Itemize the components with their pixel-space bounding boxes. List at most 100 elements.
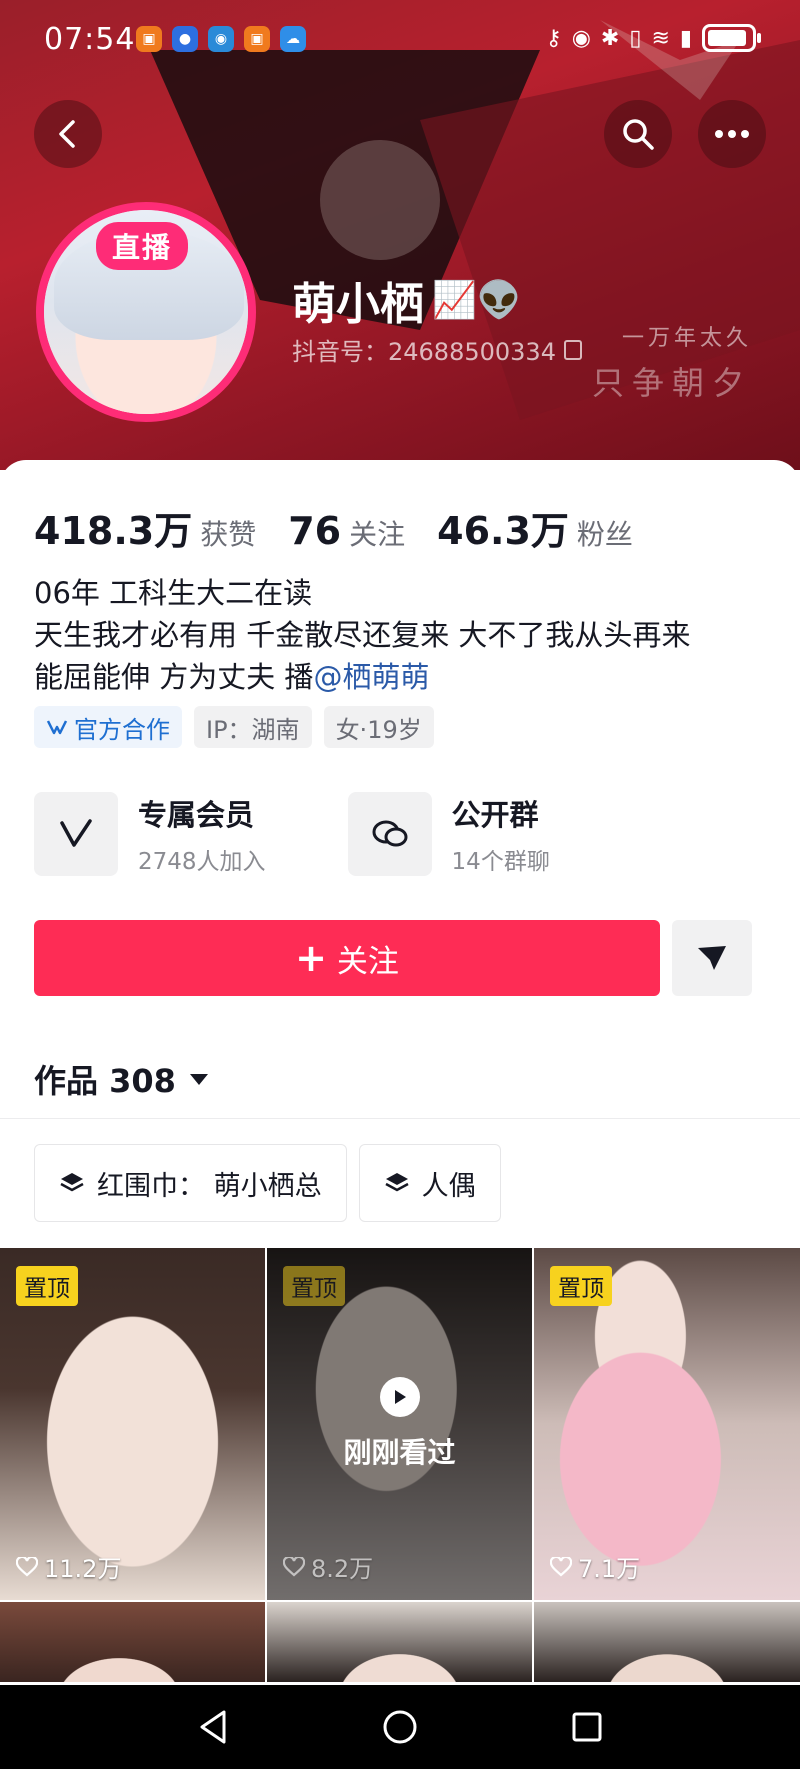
more-button[interactable] — [698, 100, 766, 168]
douyin-id[interactable]: 抖音号：24688500334 — [292, 332, 582, 367]
nav-home-button[interactable] — [378, 1705, 422, 1749]
like-count-text: 7.1万 — [578, 1555, 641, 1583]
collection-label: 红围巾： 萌小栖总 — [97, 1170, 322, 1202]
stat-followers[interactable]: 46.3万 粉丝 — [437, 500, 633, 555]
search-icon — [623, 119, 654, 150]
video-grid: 置顶 11.2万 刚刚看过 置顶 8.2万 置顶 7.1万 — [0, 1248, 800, 1682]
chat-icon — [347, 792, 432, 876]
stat-following[interactable]: 76 关注 — [288, 509, 405, 553]
bluetooth-icon: ✱ — [600, 25, 620, 51]
plus-icon: + — [295, 936, 327, 980]
thumbnail-image — [534, 1602, 800, 1682]
stat-value: 76 — [288, 509, 342, 553]
profile-stats: 418.3万 获赞 76 关注 46.3万 粉丝 — [34, 500, 633, 555]
feature-membership[interactable]: 专属会员 2748人加入 — [34, 792, 266, 876]
heart-icon — [283, 1556, 305, 1576]
bio-line: 能屈能伸 方为丈夫 播@栖萌萌 — [34, 656, 690, 698]
mention-link[interactable]: @栖萌萌 — [313, 660, 429, 694]
vibrate-icon: ▯ — [629, 25, 642, 51]
status-time: 07:54 — [44, 22, 136, 57]
profile-card: 418.3万 获赞 76 关注 46.3万 粉丝 06年 工科生大二在读 天生我… — [0, 460, 800, 1685]
tab-works[interactable]: 作品 308 — [34, 1056, 208, 1102]
video-thumbnail[interactable]: 置顶 7.1万 — [534, 1248, 800, 1600]
status-system-icons: ⚷ ◉ ✱ ▯ ≋ ▮ — [546, 24, 761, 52]
bio-line: 06年 工科生大二在读 — [34, 576, 313, 610]
circle-home-icon — [383, 1710, 417, 1744]
stat-value: 46.3万 — [437, 509, 569, 553]
follow-button[interactable]: + 关注 — [34, 920, 660, 996]
collections: 红围巾： 萌小栖总 人偶 — [34, 1144, 501, 1222]
profile-name-text: 萌小栖 — [292, 279, 424, 330]
tag-ip: IP：湖南 — [194, 706, 312, 748]
tag-label: 女·19岁 — [335, 715, 422, 744]
motto-line-2: 只争朝夕 — [591, 364, 752, 402]
notification-browser-icon: ◉ — [208, 26, 234, 52]
stat-likes[interactable]: 418.3万 获赞 — [34, 500, 256, 555]
profile-name: 萌小栖 📈👽 — [292, 268, 522, 332]
profile-tags: 官方合作 IP：湖南 女·19岁 — [34, 706, 434, 748]
status-bar: 07:54 ▣ ● ◉ ▣ ☁ ⚷ ◉ ✱ ▯ ≋ ▮ — [0, 0, 800, 80]
divider — [0, 1118, 800, 1119]
like-count: 11.2万 — [16, 1549, 121, 1584]
wifi-icon: ≋ — [651, 25, 670, 51]
thumbnail-image — [267, 1602, 532, 1682]
video-thumbnail[interactable] — [267, 1602, 532, 1682]
video-thumbnail[interactable]: 置顶 11.2万 — [0, 1248, 265, 1600]
stat-label: 获赞 — [200, 518, 257, 551]
handshake-icon — [46, 720, 68, 735]
tag-official-cooperation[interactable]: 官方合作 — [34, 706, 182, 748]
heart-icon — [550, 1556, 572, 1576]
eye-icon: ◉ — [571, 25, 591, 51]
collection-red-scarf[interactable]: 红围巾： 萌小栖总 — [34, 1144, 347, 1222]
video-thumbnail[interactable] — [534, 1602, 800, 1682]
like-count: 7.1万 — [550, 1549, 640, 1584]
stat-value: 418.3万 — [34, 509, 193, 553]
feature-title: 公开群 — [451, 798, 539, 832]
search-button[interactable] — [604, 100, 672, 168]
banner-motto: 一万年太久 只争朝夕 — [592, 320, 752, 404]
like-count-text: 8.2万 — [311, 1555, 374, 1583]
pinned-badge: 置顶 — [550, 1266, 612, 1306]
caret-down-icon — [189, 1073, 208, 1085]
like-count: 8.2万 — [283, 1549, 373, 1584]
feature-subtitle: 2748人加入 — [138, 849, 266, 875]
message-button[interactable] — [672, 920, 752, 996]
chevron-left-icon — [59, 120, 75, 148]
bio-text: 能屈能伸 方为丈夫 播 — [34, 660, 314, 694]
follow-label: 关注 — [336, 943, 399, 980]
nav-recents-button[interactable] — [565, 1705, 609, 1749]
notification-cloud-icon: ☁ — [280, 26, 306, 52]
bio-line: 天生我才必有用 千金散尽还复来 大不了我从头再来 — [34, 618, 691, 652]
thumbnail-image — [0, 1602, 265, 1682]
back-button[interactable] — [34, 100, 102, 168]
like-count-text: 11.2万 — [44, 1555, 122, 1583]
pinned-badge: 置顶 — [283, 1266, 345, 1306]
live-badge[interactable]: 直播 — [96, 222, 189, 270]
nav-back-button[interactable] — [191, 1705, 235, 1749]
motto-line-1: 一万年太久 — [621, 326, 752, 351]
system-navigation-bar — [0, 1685, 800, 1769]
layers-icon — [60, 1173, 84, 1192]
feature-subtitle: 14个群聊 — [451, 849, 550, 875]
collection-doll[interactable]: 人偶 — [358, 1144, 501, 1222]
stat-label: 关注 — [349, 518, 406, 551]
works-label: 作品 308 — [34, 1062, 176, 1100]
video-thumbnail[interactable] — [0, 1602, 265, 1682]
send-icon — [698, 946, 726, 970]
triangle-back-icon — [200, 1710, 226, 1744]
feature-public-group[interactable]: 公开群 14个群聊 — [347, 792, 550, 876]
pinned-badge: 置顶 — [16, 1266, 78, 1306]
notification-app-icon: ▣ — [136, 26, 162, 52]
tag-gender-age: 女·19岁 — [323, 706, 434, 748]
video-thumbnail[interactable]: 刚刚看过 置顶 8.2万 — [267, 1248, 532, 1600]
copy-icon[interactable] — [563, 339, 582, 360]
status-notification-icons: ▣ ● ◉ ▣ ☁ — [136, 26, 306, 52]
profile-features: 专属会员 2748人加入 公开群 14个群聊 — [34, 792, 550, 876]
more-icon — [715, 130, 749, 138]
signal-icon: ▮ — [679, 25, 692, 51]
battery-icon — [702, 24, 761, 52]
notification-bulb-icon: ● — [172, 26, 198, 52]
collection-label: 人偶 — [421, 1170, 476, 1202]
profile-bio: 06年 工科生大二在读 天生我才必有用 千金散尽还复来 大不了我从头再来 能屈能… — [34, 572, 690, 698]
play-icon — [379, 1377, 420, 1417]
